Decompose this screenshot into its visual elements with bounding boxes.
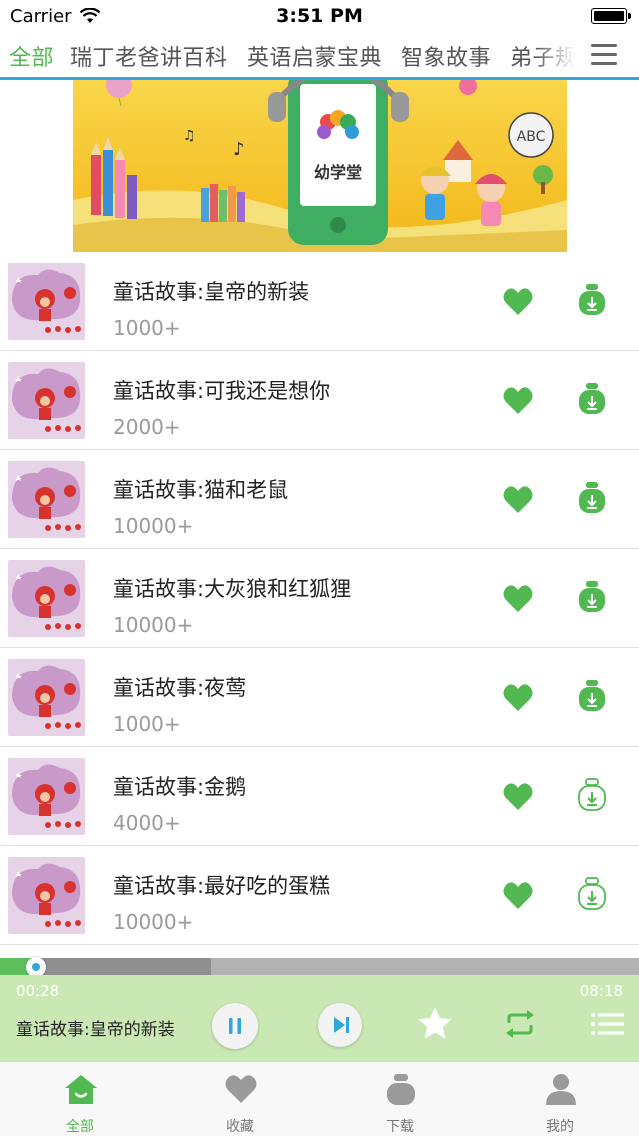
bottom-tab-bar: 全部 收藏 下载 我的 [0,1061,639,1136]
favorite-heart-icon[interactable] [502,583,534,613]
clock: 3:51 PM [276,5,363,27]
playlist-icon [591,1013,624,1035]
favorite-button[interactable] [416,1005,454,1047]
favorite-heart-icon[interactable] [502,880,534,910]
favorite-heart-icon[interactable] [502,484,534,514]
tabbar-label-downloads: 下载 [386,1119,414,1135]
story-list: 童话故事:皇帝的新装 1000+ 童话故事:可我还是想你 2000+ 童话故事:猫和老鼠… [0,252,639,958]
story-title: 童话故事:金鹅 [113,775,247,799]
pause-icon [229,1018,241,1034]
tabbar-label-favorites: 收藏 [226,1119,254,1135]
banner-logo-text: 幼学堂 [314,163,362,182]
banner[interactable]: ♪ ♫ 幼学堂 ABC [73,80,567,252]
banner-illustration: ♪ ♫ 幼学堂 ABC [73,80,567,252]
download-bag-icon [387,1074,415,1105]
download-icon[interactable] [576,480,608,516]
total-time: 08:18 [579,982,623,1000]
play-count: 1000+ [113,712,181,736]
heart-icon [225,1075,257,1103]
banner-sign-text: ABC [517,129,546,145]
status-bar: Carrier 3:51 PM [0,0,639,34]
current-time: 00:28 [16,982,60,1000]
star-icon [418,1007,452,1039]
skip-next-icon [334,1017,349,1033]
download-icon[interactable] [576,579,608,615]
play-count: 10000+ [113,613,194,637]
tab-english-enlightenment[interactable]: 英语启蒙宝典 [247,40,382,72]
story-thumbnail [8,857,85,934]
story-title: 童话故事:可我还是想你 [113,379,331,403]
playlist-button[interactable] [590,1011,624,1041]
download-icon[interactable] [576,282,608,318]
favorite-heart-icon[interactable] [502,781,534,811]
list-item[interactable]: 童话故事:大灰狼和红狐狸 10000+ [0,549,639,648]
tab-strip: 全部 瑞丁老爸讲百科 英语启蒙宝典 智象故事 弟子规 [0,34,575,77]
now-playing-title: 童话故事:皇帝的新装 [16,1020,175,1040]
story-title: 童话故事:皇帝的新装 [113,280,310,304]
repeat-button[interactable] [503,1009,537,1043]
download-icon[interactable] [576,876,608,912]
favorite-heart-icon[interactable] [502,682,534,712]
progress-knob[interactable] [26,957,46,977]
story-title: 童话故事:猫和老鼠 [113,478,289,502]
tab-ruiding-dad-encyclopedia[interactable]: 瑞丁老爸讲百科 [70,40,228,72]
repeat-icon [506,1010,534,1038]
favorite-heart-icon[interactable] [502,286,534,316]
tab-all[interactable]: 全部 [9,40,54,72]
list-item[interactable]: 童话故事:皇帝的新装 1000+ [0,252,639,351]
menu-icon[interactable] [591,44,617,66]
download-icon[interactable] [576,777,608,813]
download-icon[interactable] [576,381,608,417]
story-thumbnail [8,362,85,439]
user-icon [546,1074,576,1105]
story-title: 童话故事:夜莺 [113,676,247,700]
next-track-button[interactable] [318,1003,362,1047]
story-thumbnail [8,659,85,736]
svg-text:♫: ♫ [183,128,196,144]
download-icon[interactable] [576,678,608,714]
list-item[interactable]: 童话故事:可我还是想你 2000+ [0,351,639,450]
home-icon [65,1075,97,1104]
list-item[interactable]: 童话故事:夜莺 1000+ [0,648,639,747]
play-count: 10000+ [113,910,194,934]
tabbar-item-downloads[interactable]: 下载 [320,1062,480,1136]
list-item[interactable]: 童话故事:猫和老鼠 10000+ [0,450,639,549]
tab-zhixiang-stories[interactable]: 智象故事 [401,40,491,72]
tabbar-label-mine: 我的 [546,1119,574,1135]
battery-icon [591,8,631,24]
pause-button[interactable] [212,1003,258,1049]
favorite-heart-icon[interactable] [502,385,534,415]
play-count: 10000+ [113,514,194,538]
list-item[interactable]: 童话故事:金鹅 4000+ [0,747,639,846]
tabbar-item-favorites[interactable]: 收藏 [160,1062,320,1136]
svg-text:♪: ♪ [233,139,245,160]
playback-progress[interactable] [0,957,639,977]
play-count: 1000+ [113,316,181,340]
play-count: 4000+ [113,811,181,835]
story-thumbnail [8,560,85,637]
mini-player: 00:28 08:18 童话故事:皇帝的新装 [0,975,639,1061]
story-thumbnail [8,758,85,835]
story-thumbnail [8,461,85,538]
category-tabs: 全部 瑞丁老爸讲百科 英语启蒙宝典 智象故事 弟子规 [0,34,639,80]
tabbar-item-all[interactable]: 全部 [0,1062,160,1136]
story-title: 童话故事:最好吃的蛋糕 [113,874,331,898]
story-thumbnail [8,263,85,340]
play-count: 2000+ [113,415,181,439]
tabbar-item-mine[interactable]: 我的 [480,1062,639,1136]
list-item[interactable]: 童话故事:最好吃的蛋糕 10000+ [0,846,639,945]
story-title: 童话故事:大灰狼和红狐狸 [113,577,352,601]
tabbar-label-all: 全部 [66,1119,94,1135]
